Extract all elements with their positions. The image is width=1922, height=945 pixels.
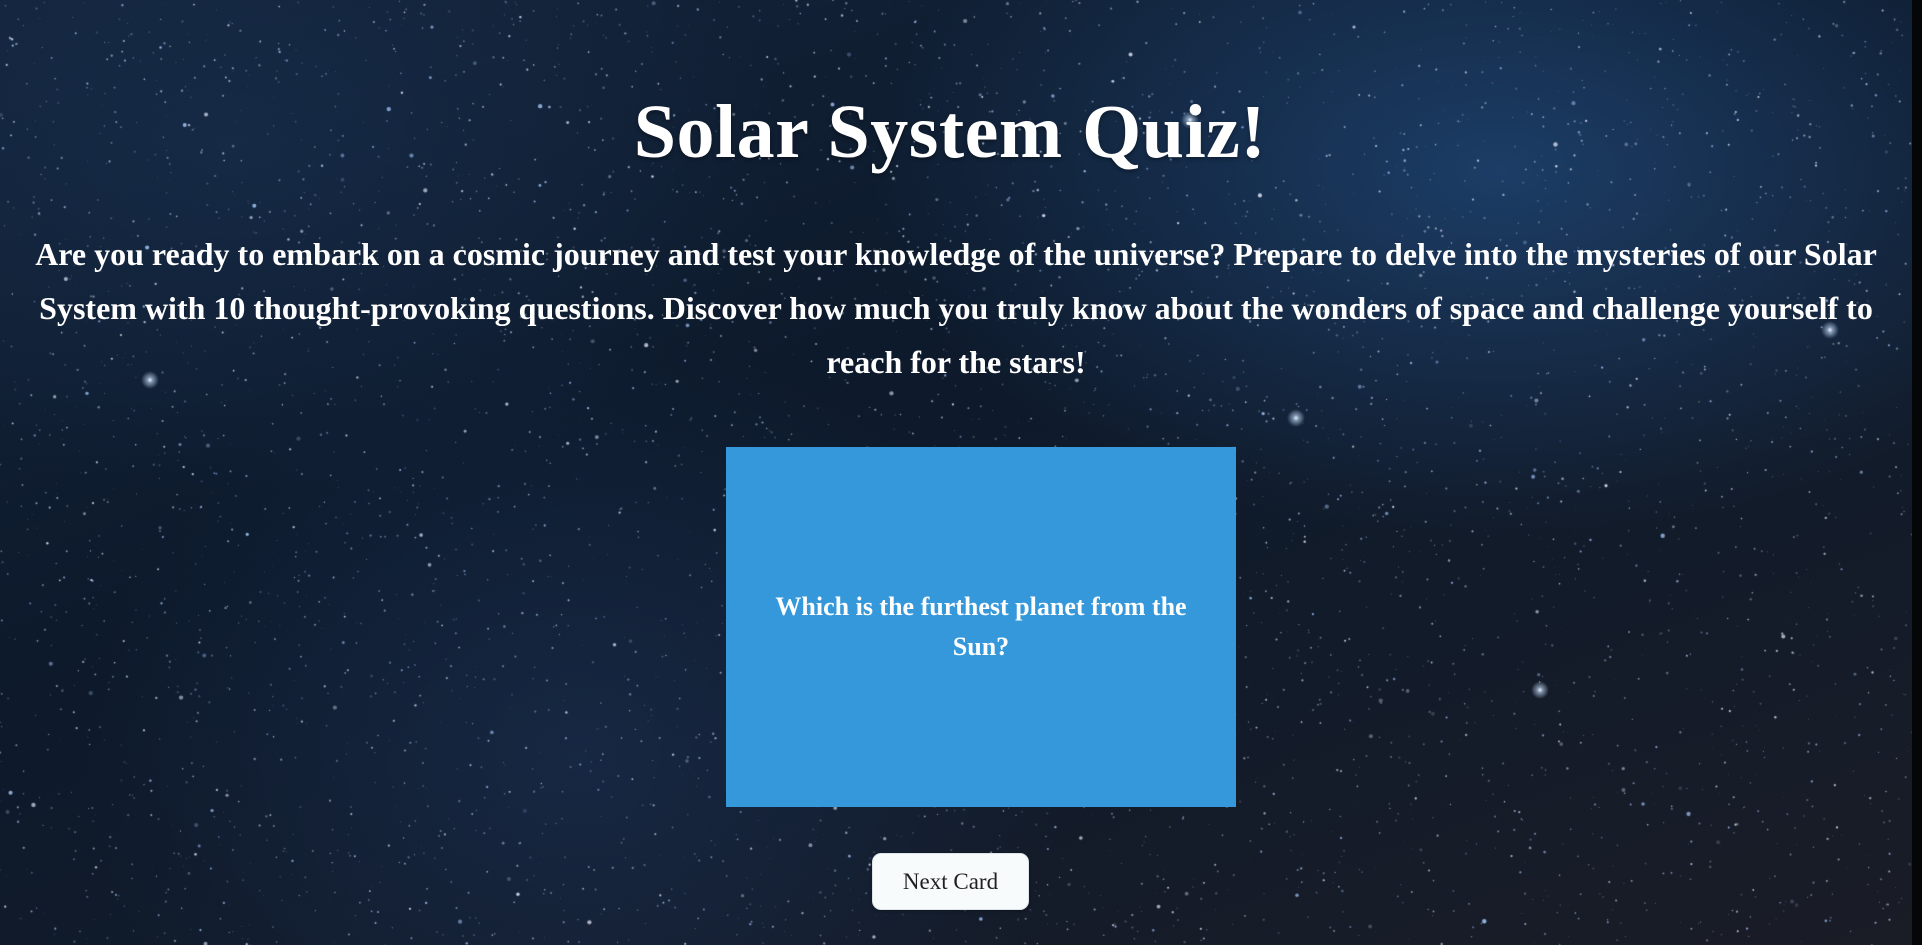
- next-card-button[interactable]: Next Card: [872, 853, 1029, 910]
- intro-text: Are you ready to embark on a cosmic jour…: [35, 236, 1877, 380]
- card-question: Which is the furthest planet from the Su…: [775, 592, 1187, 661]
- quiz-page: Solar System Quiz! Are you ready to emba…: [0, 0, 1912, 945]
- flashcard[interactable]: Which is the furthest planet from the Su…: [726, 447, 1236, 807]
- page-title: Solar System Quiz!: [633, 90, 1267, 174]
- page-edge: [1912, 0, 1922, 945]
